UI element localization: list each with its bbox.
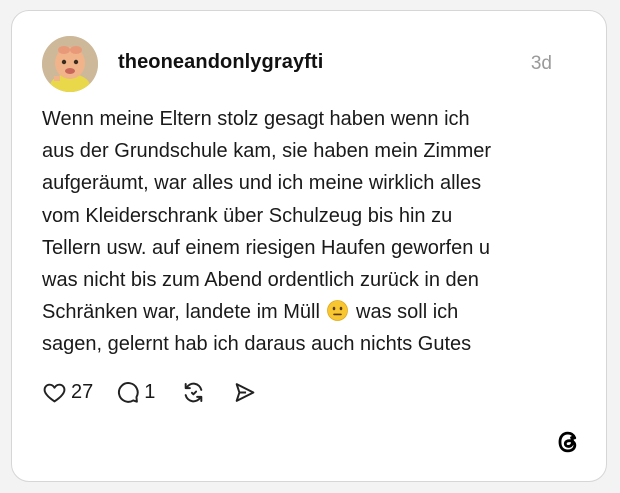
post-line: Wenn meine Eltern stolz gesagt haben wen… <box>42 108 470 130</box>
post-line: aufgeräumt, war alles und ich meine wirk… <box>42 172 482 195</box>
post-line-part: Schränken war, landete im Müll <box>42 301 320 324</box>
post-line: was nicht bis zum Abend ordentlich zurüc… <box>42 269 479 292</box>
threads-logo-icon <box>555 429 581 455</box>
post-text: Wenn meine Eltern stolz gesagt haben wen… <box>42 103 562 361</box>
post-card: theoneandonlygrayfti 3d Wenn meine Elter… <box>11 10 607 482</box>
neutral-face-emoji-icon <box>327 299 349 322</box>
timestamp: 3d <box>530 53 552 74</box>
post-line-part: was soll ich <box>356 301 459 324</box>
post-line: Tellern usw. auf einem riesigen Haufen g… <box>42 236 491 259</box>
send-icon <box>232 380 257 405</box>
post-line: aus der Grundschule kam, sie haben mein … <box>42 140 492 163</box>
action-bar: 27 1 <box>42 377 257 407</box>
post-line: sagen, gelernt hab ich daraus auch nicht… <box>42 333 472 356</box>
post-line: vom Kleiderschrank über Schulzeug bis hi… <box>42 204 453 227</box>
username[interactable]: theoneandonlygrayfti <box>118 51 323 74</box>
share-button[interactable] <box>232 380 257 405</box>
repost-button[interactable] <box>181 380 206 405</box>
repost-icon <box>181 380 206 405</box>
like-count: 27 <box>71 380 94 403</box>
post-line: Schränken war, landete im Müll was soll … <box>42 296 562 328</box>
like-button[interactable]: 27 <box>42 380 93 405</box>
heart-icon <box>42 380 67 405</box>
reply-button[interactable]: 1 <box>115 380 155 405</box>
reply-count: 1 <box>144 380 156 403</box>
avatar[interactable] <box>42 36 98 92</box>
comment-icon <box>115 380 140 405</box>
